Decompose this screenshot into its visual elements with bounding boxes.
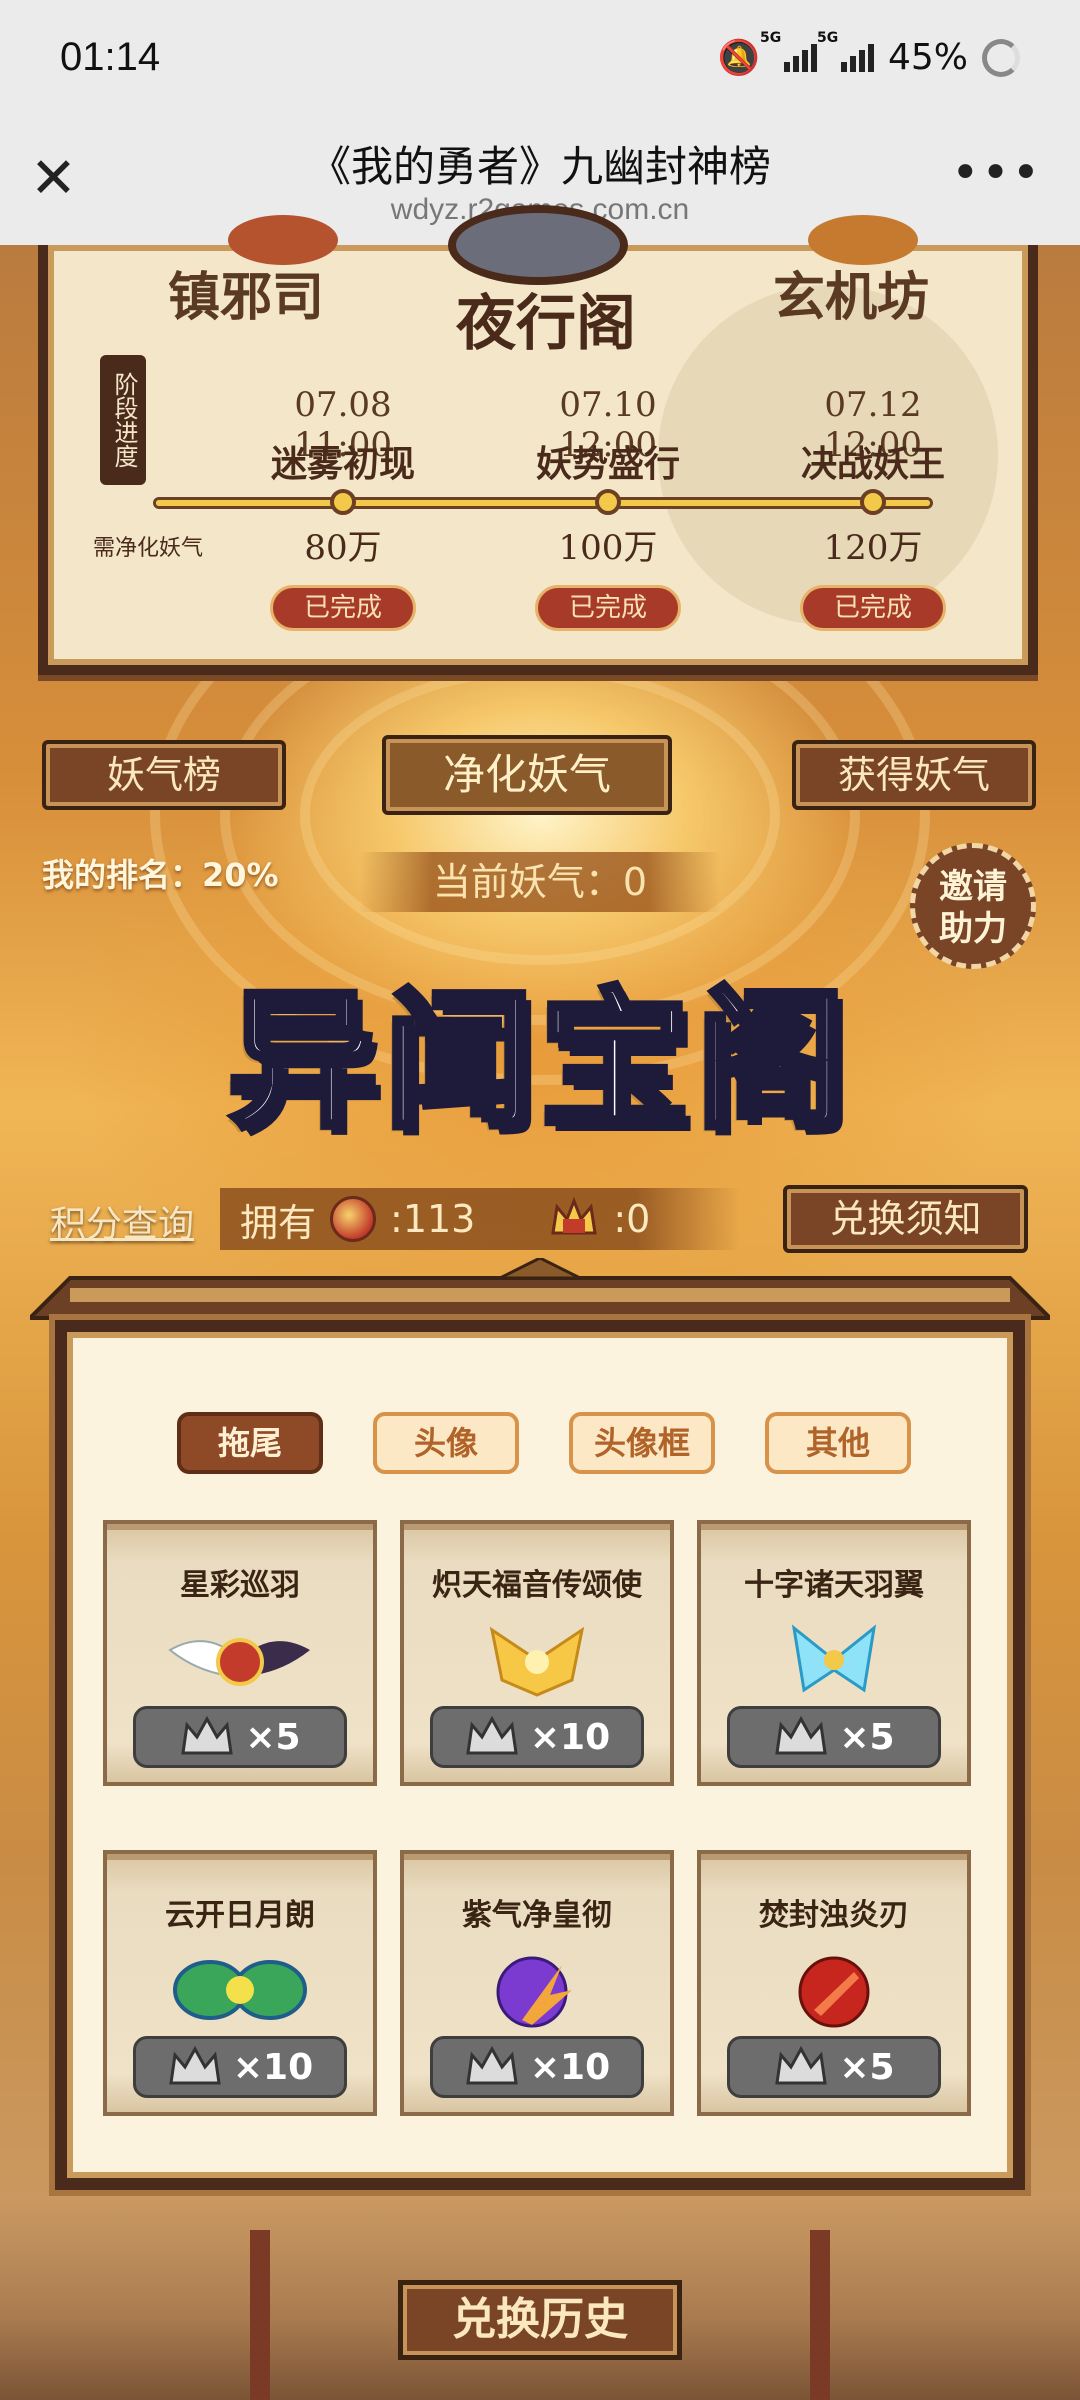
battery-text: 45% xyxy=(887,37,968,78)
item-price[interactable]: ×10 xyxy=(133,2036,347,2098)
item-price[interactable]: ×10 xyxy=(430,1706,644,1768)
stage-progress-panel: 镇邪司 夜行阁 玄机坊 阶段进度 07.08 11:00 07.10 12:00… xyxy=(38,205,1038,675)
golden-wing-icon xyxy=(489,1626,585,1697)
ice-wing-icon xyxy=(791,1624,877,1693)
silver-crown-icon xyxy=(466,1715,518,1755)
stage-status-badge: 已完成 xyxy=(535,585,681,631)
owned-currency-bar: 拥有 :113 :0 xyxy=(220,1188,740,1250)
tab-trail[interactable]: 拖尾 xyxy=(177,1412,323,1474)
purple-flame-icon xyxy=(496,1956,572,2028)
current-qi-text: 当前妖气：0 xyxy=(360,852,720,912)
stage-dot xyxy=(330,489,356,515)
item-name: 云开日月朗 xyxy=(165,1898,315,1933)
signal-icon: 5G xyxy=(760,30,817,72)
item-name: 焚封浊炎刃 xyxy=(759,1898,909,1933)
purify-qi-button[interactable]: 净化妖气 xyxy=(382,735,672,815)
scroll-coin-icon xyxy=(330,1196,377,1242)
signal-icon: 5G xyxy=(817,30,874,72)
item-price-value: ×10 xyxy=(232,2046,314,2088)
stage-dot xyxy=(860,489,886,515)
stage-progress-label: 阶段进度 xyxy=(100,355,146,485)
twin-dragon-icon xyxy=(173,1960,307,2020)
get-qi-button[interactable]: 获得妖气 xyxy=(792,740,1036,810)
invite-line: 邀请 xyxy=(939,867,1007,907)
more-menu-icon[interactable]: ••• xyxy=(951,145,1042,201)
item-price[interactable]: ×5 xyxy=(727,2036,941,2098)
item-name: 紫气净皇彻 xyxy=(462,1898,612,1933)
shop-item-card[interactable]: 焚封浊炎刃 ×5 xyxy=(697,1850,971,2116)
exchange-notice-button[interactable]: 兑换须知 xyxy=(783,1185,1028,1253)
tab-other[interactable]: 其他 xyxy=(765,1412,911,1474)
item-name: 十字诸天羽翼 xyxy=(744,1568,924,1603)
item-name: 炽天福音传颂使 xyxy=(432,1568,642,1603)
stage-name: 妖势盛行 xyxy=(535,443,680,485)
stage-amount: 120万 xyxy=(823,528,923,568)
palace-pillar xyxy=(250,2230,270,2400)
crown-count: :0 xyxy=(613,1197,651,1241)
item-price-value: ×10 xyxy=(529,2046,611,2088)
item-price[interactable]: ×10 xyxy=(430,2036,644,2098)
own-label: 拥有 xyxy=(240,1200,317,1245)
stage-status-badge: 已完成 xyxy=(800,585,946,631)
stage-amount: 100万 xyxy=(558,528,658,568)
shop-item-card[interactable]: 炽天福音传颂使 ×10 xyxy=(400,1520,674,1786)
shop-title-logo: 异闻宝阁 xyxy=(225,970,852,1152)
stage-dot xyxy=(595,489,621,515)
silver-crown-icon xyxy=(169,2045,221,2085)
silver-crown-icon xyxy=(466,2045,518,2085)
qi-ranking-button[interactable]: 妖气榜 xyxy=(42,740,286,810)
silver-crown-icon xyxy=(775,1715,828,1755)
tab-avatar[interactable]: 头像 xyxy=(373,1412,519,1474)
shop-item-card[interactable]: 十字诸天羽翼 ×5 xyxy=(697,1520,971,1786)
item-name: 星彩巡羽 xyxy=(180,1568,300,1603)
status-icons: 🔕 5G 5G 45% xyxy=(717,30,1020,78)
points-query-link[interactable]: 积分查询 xyxy=(50,1195,194,1247)
exchange-history-button[interactable]: 兑换历史 xyxy=(398,2280,682,2360)
shop-item-card[interactable]: 云开日月朗 ×10 xyxy=(103,1850,377,2116)
item-price-value: ×10 xyxy=(529,1716,611,1758)
tab-avatar-frame[interactable]: 头像框 xyxy=(569,1412,715,1474)
region-label: 玄机坊 xyxy=(773,267,930,328)
status-bar: 01:14 🔕 5G 5G 45% xyxy=(0,0,1080,115)
my-rank-text: 我的排名：20% xyxy=(42,856,279,894)
stage-amount: 80万 xyxy=(304,528,382,568)
palace-pillar xyxy=(810,2230,830,2400)
mute-bell-icon: 🔕 xyxy=(717,37,760,78)
item-price-value: ×5 xyxy=(245,1716,301,1758)
region-emblem-icon xyxy=(448,205,628,285)
page-title: 《我的勇者》九幽封神榜 xyxy=(308,143,771,190)
item-price-value: ×5 xyxy=(839,2046,895,2088)
shop-item-card[interactable]: 星彩巡羽 ×5 xyxy=(103,1520,377,1786)
need-qi-label: 需净化妖气 xyxy=(93,536,204,561)
item-price-value: ×5 xyxy=(839,1716,895,1758)
region-label-active: 夜行阁 xyxy=(456,289,636,359)
stage-name: 迷雾初现 xyxy=(270,443,415,485)
item-price[interactable]: ×5 xyxy=(727,1706,941,1768)
item-price[interactable]: ×5 xyxy=(133,1706,347,1768)
stage-progress-bar xyxy=(153,497,933,509)
shop-item-card[interactable]: 紫气净皇彻 ×10 xyxy=(400,1850,674,2116)
red-crown-icon xyxy=(551,1197,598,1235)
coin-count: :113 xyxy=(390,1197,476,1241)
stage-progress-fill xyxy=(156,500,930,506)
silver-crown-icon xyxy=(775,2045,828,2085)
silver-crown-icon xyxy=(181,1715,234,1755)
stage-name: 决战妖王 xyxy=(800,443,945,485)
status-time: 01:14 xyxy=(60,35,161,79)
red-blade-icon xyxy=(798,1956,870,2028)
winged-crest-icon xyxy=(168,1638,310,1686)
shop-panel: 拖尾 头像 头像框 其他 星彩巡羽 ×5 炽天福音传颂使 ×10 十字诸天羽翼 xyxy=(55,1320,1025,2190)
loading-ring-icon xyxy=(982,38,1020,77)
region-label: 镇邪司 xyxy=(168,267,325,328)
stage-status-badge: 已完成 xyxy=(270,585,416,631)
